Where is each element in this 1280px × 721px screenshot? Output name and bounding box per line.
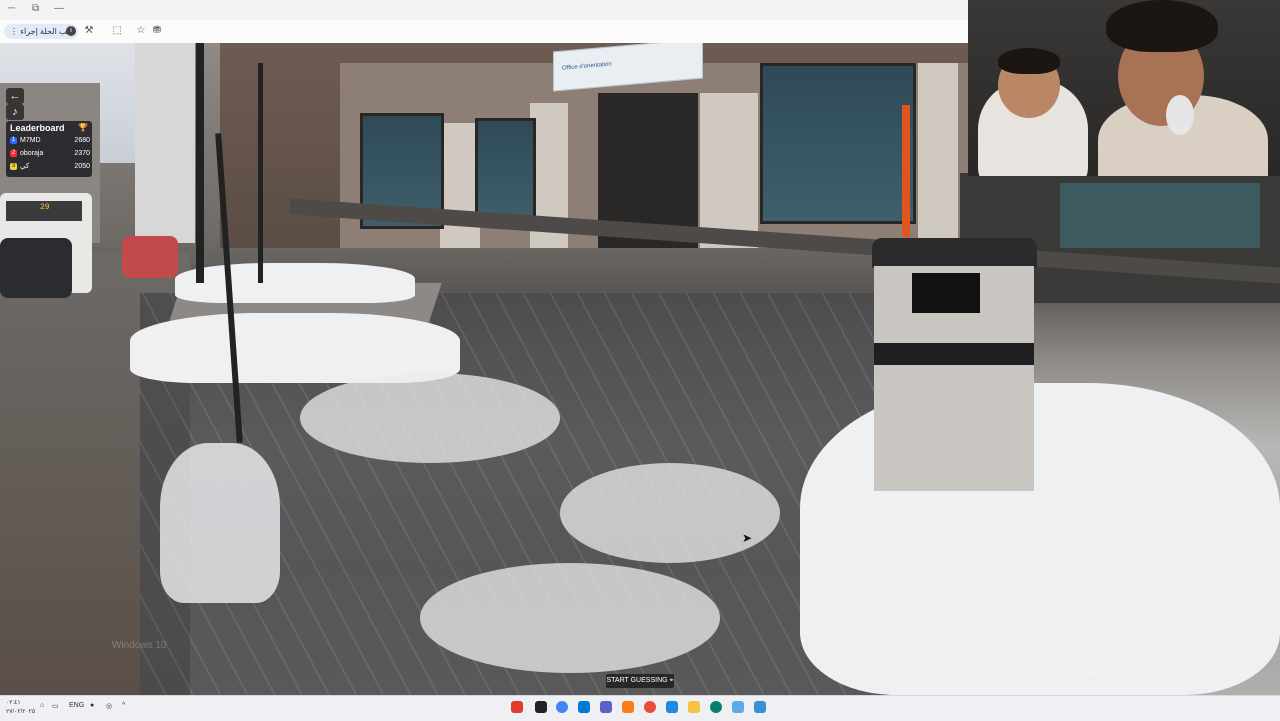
mouse-cursor-icon: ➤: [742, 531, 753, 545]
player-name: oboraja: [20, 150, 44, 157]
red-car: [122, 236, 178, 278]
webcam-overlay: [968, 0, 1280, 176]
storefront-window: [760, 63, 916, 224]
leaderboard-row: 2 oboraja 2370: [10, 148, 90, 160]
start-guessing-button[interactable]: START GUESSING ⌖: [606, 674, 674, 688]
app-icon-blue[interactable]: [578, 701, 590, 713]
player-score: 2680: [74, 137, 90, 144]
microphone-icon[interactable]: ●: [90, 702, 94, 709]
glass-panel: [1060, 183, 1260, 248]
file-explorer-icon[interactable]: [688, 701, 700, 713]
parked-car: [0, 238, 72, 298]
edge-icon[interactable]: [710, 701, 722, 713]
window-titlebar: ─ ⧉ —: [0, 0, 968, 20]
windows-start-icon[interactable]: [754, 701, 766, 713]
browser-toolbar: ⋮ يتب الحلة إجراء i ⚒ ⬚ ☆ ⛃: [0, 20, 968, 44]
player-name: M7MD: [20, 137, 41, 144]
person-right-hair: [1106, 0, 1218, 52]
player-score: 2050: [74, 163, 90, 170]
slush-patch: [560, 463, 780, 563]
windows-watermark: Windows 10: [112, 640, 167, 651]
app-icon-light[interactable]: [732, 701, 744, 713]
person-left-hair: [998, 48, 1060, 74]
snowbank: [175, 263, 415, 303]
app-icon-capcut[interactable]: [535, 701, 547, 713]
language-indicator[interactable]: ENG: [69, 702, 84, 709]
leaderboard-title: Leaderboard: [10, 123, 65, 133]
snowbank: [160, 443, 280, 603]
start-guessing-label: START GUESSING: [606, 677, 668, 684]
extension-icon[interactable]: ⬚: [110, 24, 124, 38]
cast-icon[interactable]: ⛃: [150, 24, 164, 38]
pin-icon: ⌖: [669, 677, 674, 684]
restore-icon[interactable]: ⧉: [32, 3, 39, 14]
leaderboard-row: 1 M7MD 2680: [10, 135, 90, 147]
bin-slot: [912, 273, 980, 313]
app-icon-photos[interactable]: [666, 701, 678, 713]
taskbar: ٠٢:٤١ ٢٧/٠٢/٢٠٢٥ ⌂ ▭ ENG ● ◎ ^: [0, 695, 1280, 721]
taskbar-date[interactable]: ٢٧/٠٢/٢٠٢٥: [6, 708, 35, 715]
network-icon[interactable]: ◎: [106, 702, 112, 710]
rank-badge: 3: [10, 162, 17, 170]
leaderboard-panel: Leaderboard 🏆 1 M7MD 2680 2 oboraja 2370 3…: [6, 121, 92, 177]
trophy-icon: 🏆: [78, 123, 88, 132]
app-icon-red[interactable]: [511, 701, 523, 713]
rank-badge: 1: [10, 136, 17, 144]
slush-patch: [420, 563, 720, 673]
back-arrow-icon[interactable]: ←: [6, 88, 24, 104]
trash-bin: [862, 238, 1042, 493]
player-name: كي: [20, 163, 30, 170]
display-icon[interactable]: ▭: [52, 702, 59, 710]
chevron-up-icon[interactable]: ^: [122, 702, 125, 709]
pillar: [918, 63, 958, 248]
pillar: [700, 93, 758, 248]
speaker-icon[interactable]: ♪: [6, 104, 24, 120]
close-icon[interactable]: —: [54, 3, 64, 14]
storefront-window: [475, 118, 536, 224]
orange-pole: [902, 105, 910, 237]
sign-pole: [196, 43, 204, 283]
notification-icon[interactable]: ⌂: [40, 702, 44, 709]
bin-lid: [872, 238, 1037, 268]
building-tall: [135, 43, 195, 243]
panorama-id: Mkhfw2F2p1Q02yf1bSGtdSJfwHK9m1b: [1080, 672, 1188, 678]
info-icon[interactable]: i: [66, 26, 76, 36]
bus-display: 29: [40, 203, 50, 212]
app-icon-orange[interactable]: [622, 701, 634, 713]
rank-badge: 2: [10, 149, 17, 157]
player-score: 2370: [74, 150, 90, 157]
street-pole: [258, 63, 263, 283]
teams-icon[interactable]: [600, 701, 612, 713]
headphones-icon: [1166, 95, 1194, 135]
pillar: [440, 123, 480, 248]
chrome-icon[interactable]: [556, 701, 568, 713]
app-icon-circle[interactable]: [644, 701, 656, 713]
taskbar-clock[interactable]: ٠٢:٤١: [6, 699, 21, 706]
slush-patch: [300, 373, 560, 463]
tools-icon[interactable]: ⚒: [82, 24, 96, 38]
bin-band: [874, 343, 1034, 365]
leaderboard-row: 3 كي 2050: [10, 161, 90, 173]
minimize-icon[interactable]: ─: [8, 3, 15, 14]
bookmark-icon[interactable]: ☆: [134, 24, 148, 38]
